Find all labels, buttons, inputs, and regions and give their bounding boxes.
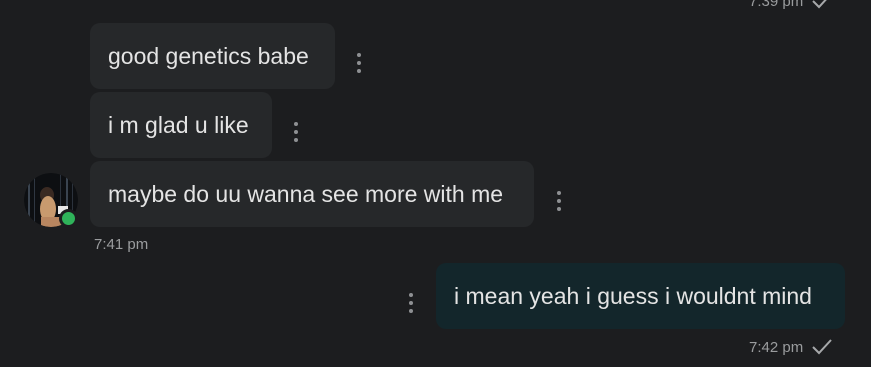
message-meta-outgoing: 7:42 pm — [749, 338, 833, 356]
message-text: maybe do uu wanna see more with me — [108, 180, 504, 207]
incoming-message-bubble[interactable]: good genetics babe — [90, 23, 335, 89]
message-text: i m glad u like — [108, 111, 249, 138]
online-status-dot — [59, 209, 78, 228]
message-meta-incoming: 7:41 pm — [94, 236, 148, 253]
timestamp: 7:39 pm — [749, 0, 804, 10]
more-vertical-icon[interactable] — [556, 191, 562, 211]
message-text: good genetics babe — [108, 42, 309, 69]
checkmark-icon — [812, 0, 828, 9]
message-meta-top: 7:39 pm — [749, 0, 833, 10]
chat-thread: 7:39 pm good genetics babe i m glad u li… — [0, 0, 871, 367]
more-vertical-icon[interactable] — [293, 122, 299, 142]
timestamp: 7:41 pm — [94, 236, 149, 253]
avatar[interactable] — [24, 173, 78, 228]
checkmark-icon — [812, 339, 832, 355]
message-text: i mean yeah i guess i wouldnt mind — [454, 282, 812, 309]
more-vertical-icon[interactable] — [408, 293, 414, 313]
outgoing-message-bubble[interactable]: i mean yeah i guess i wouldnt mind — [436, 263, 845, 329]
timestamp: 7:42 pm — [749, 338, 804, 356]
incoming-message-bubble[interactable]: maybe do uu wanna see more with me — [90, 161, 534, 227]
more-vertical-icon[interactable] — [356, 53, 362, 73]
incoming-message-bubble[interactable]: i m glad u like — [90, 92, 272, 158]
